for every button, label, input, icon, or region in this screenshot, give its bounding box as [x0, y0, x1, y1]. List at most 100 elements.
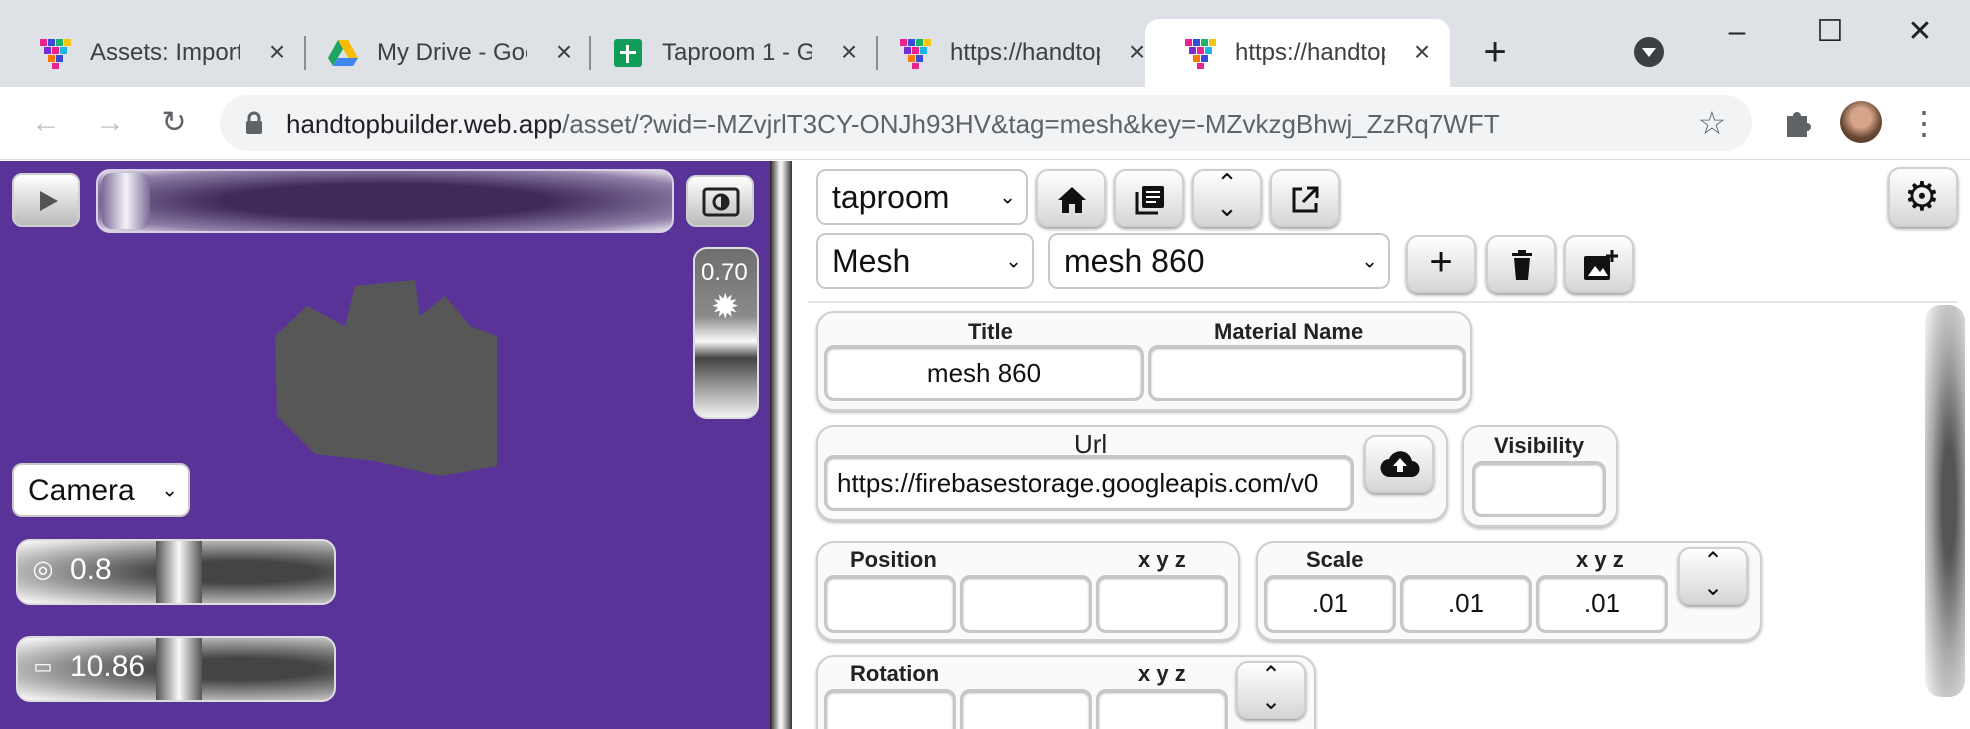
- mesh-model: [275, 280, 497, 476]
- scale-x-field[interactable]: .01: [1264, 575, 1396, 633]
- rotation-x-field[interactable]: [824, 689, 956, 729]
- tab-taproom-sheet[interactable]: Taproom 1 - Go ×: [572, 19, 872, 87]
- rotation-label: Rotation: [850, 661, 940, 686]
- unfold-icon: ⌃ ⌄: [1216, 168, 1238, 222]
- delete-asset-button[interactable]: [1486, 235, 1556, 293]
- material-name-label: Material Name: [1214, 319, 1364, 344]
- aperture-icon: ◎: [32, 556, 54, 583]
- distance-slider-handle[interactable]: [156, 638, 202, 700]
- close-tab-icon[interactable]: ×: [1407, 37, 1437, 67]
- timeline-slider-handle[interactable]: [102, 173, 150, 229]
- camera-select-wrapper[interactable]: Camera ⌄: [12, 463, 190, 517]
- scale-expand-button[interactable]: ⌃ ⌄: [1678, 547, 1748, 605]
- aperture-value: 0.8: [70, 553, 112, 586]
- tab-my-drive[interactable]: My Drive - Goo ×: [287, 19, 587, 87]
- tab-label: https://handtop: [950, 39, 1100, 66]
- add-asset-button[interactable]: +: [1406, 235, 1476, 293]
- position-y-field[interactable]: [960, 575, 1092, 633]
- asset-select[interactable]: mesh 860: [1048, 233, 1390, 289]
- handtop-logo-icon: [40, 39, 71, 69]
- tab-search-icon[interactable]: [1633, 36, 1665, 68]
- home-icon: [1058, 187, 1086, 213]
- title-label: Title: [968, 319, 1013, 344]
- scale-xyz-label: x y z: [1576, 547, 1624, 572]
- aperture-slider-handle[interactable]: [156, 541, 202, 603]
- scale-group: Scale x y z .01 .01 .01 ⌃ ⌄: [1256, 541, 1762, 641]
- tab-label: My Drive - Goo: [377, 39, 527, 66]
- gear-icon: ⚙: [1904, 175, 1940, 219]
- bookmark-star-icon[interactable]: ☆: [1692, 103, 1732, 143]
- tab-label: https://handtop: [1235, 39, 1385, 66]
- viewer-pane: 0.70 ✹ Camera ⌄ ◎ 0.8 ▭ 10.86: [0, 161, 770, 729]
- position-z-field[interactable]: [1096, 575, 1228, 633]
- play-button[interactable]: [12, 173, 80, 227]
- tab-label: Assets: Import: [90, 39, 240, 66]
- distance-slider[interactable]: ▭ 10.86: [16, 636, 336, 702]
- plus-icon: +: [1429, 240, 1453, 284]
- position-x-field[interactable]: [824, 575, 956, 633]
- rotation-y-field[interactable]: [960, 689, 1092, 729]
- tab-handtop-1[interactable]: https://handtop ×: [860, 19, 1160, 87]
- visibility-field[interactable]: [1472, 461, 1606, 517]
- trash-icon: [1512, 250, 1532, 280]
- add-image-button[interactable]: [1564, 235, 1634, 293]
- reload-icon[interactable]: ↻: [154, 103, 194, 143]
- distance-value: 10.86: [70, 650, 146, 683]
- camera-select[interactable]: Camera: [12, 463, 190, 517]
- url-text[interactable]: handtopbuilder.web.app/asset/?wid=-MZvjr…: [286, 109, 1500, 140]
- material-name-field[interactable]: [1148, 345, 1466, 401]
- scale-y-field[interactable]: .01: [1400, 575, 1532, 633]
- pane-splitter[interactable]: [770, 161, 792, 729]
- mesh-preview: [275, 280, 497, 476]
- rotation-z-field[interactable]: [1096, 689, 1228, 729]
- aperture-slider[interactable]: ◎ 0.8: [16, 539, 336, 605]
- unfold-icon: ⌃ ⌄: [1260, 662, 1282, 715]
- menu-kebab-icon[interactable]: ⋮: [1904, 103, 1944, 143]
- address-bar[interactable]: handtopbuilder.web.app/asset/?wid=-MZvjr…: [220, 95, 1752, 151]
- tab-label: Taproom 1 - Go: [662, 39, 812, 66]
- workspace-select[interactable]: taproom: [816, 169, 1028, 225]
- close-window-icon[interactable]: ✕: [1890, 10, 1950, 54]
- library-button[interactable]: [1114, 169, 1184, 227]
- title-material-group: Title Material Name mesh 860: [816, 311, 1472, 411]
- extensions-icon[interactable]: [1781, 106, 1815, 140]
- url-path: /asset/?wid=-MZvjrlT3CY-ONJh93HV&tag=mes…: [562, 109, 1500, 139]
- handtop-logo-icon: [1185, 39, 1216, 69]
- home-button[interactable]: [1036, 169, 1106, 227]
- settings-button[interactable]: ⚙: [1888, 167, 1958, 227]
- type-select-wrapper[interactable]: Mesh ⌄: [816, 233, 1034, 289]
- lock-icon[interactable]: [244, 111, 264, 135]
- sun-icon: ✹: [711, 288, 740, 326]
- avatar[interactable]: [1840, 101, 1882, 143]
- library-books-icon: [1135, 186, 1164, 215]
- brightness-value: 0.70: [701, 259, 748, 286]
- browser-toolbar: ← → ↻ handtopbuilder.web.app/asset/?wid=…: [0, 87, 1970, 160]
- position-xyz-label: x y z: [1138, 547, 1186, 572]
- workspace-select-wrapper[interactable]: taproom ⌄: [816, 169, 1028, 225]
- rotation-expand-button[interactable]: ⌃ ⌄: [1236, 661, 1306, 719]
- url-group: Url https://firebasestorage.googleapis.c…: [816, 425, 1448, 521]
- type-select[interactable]: Mesh: [816, 233, 1034, 289]
- forward-icon[interactable]: →: [90, 103, 130, 143]
- upload-button[interactable]: [1364, 435, 1434, 493]
- tab-assets-import[interactable]: Assets: Import ×: [0, 19, 300, 87]
- url-field[interactable]: https://firebasestorage.googleapis.com/v…: [824, 455, 1354, 511]
- url-host: handtopbuilder.web.app: [286, 109, 563, 139]
- editor-pane: taproom ⌄ ⌃ ⌄ ⚙ Mesh ⌄ mesh 860 ⌄ + Title…: [792, 161, 1970, 729]
- scale-z-field[interactable]: .01: [1536, 575, 1668, 633]
- new-tab-icon[interactable]: +: [1465, 30, 1525, 74]
- title-field[interactable]: mesh 860: [824, 345, 1144, 401]
- timeline-slider[interactable]: [96, 169, 674, 233]
- rotation-group: Rotation x y z ⌃ ⌄: [816, 655, 1316, 729]
- background-toggle-button[interactable]: [686, 175, 754, 227]
- expand-collapse-button[interactable]: ⌃ ⌄: [1192, 169, 1262, 227]
- maximize-icon[interactable]: ☐: [1800, 10, 1860, 54]
- tab-handtop-active[interactable]: https://handtop ×: [1145, 19, 1450, 87]
- asset-select-wrapper[interactable]: mesh 860 ⌄: [1048, 233, 1390, 289]
- brightness-slider[interactable]: 0.70 ✹: [693, 247, 759, 419]
- open-external-button[interactable]: [1270, 169, 1340, 227]
- minimize-icon[interactable]: –: [1707, 10, 1767, 54]
- editor-scrollbar[interactable]: [1925, 305, 1965, 697]
- open-in-new-icon: [1292, 186, 1319, 213]
- back-icon[interactable]: ←: [26, 103, 66, 143]
